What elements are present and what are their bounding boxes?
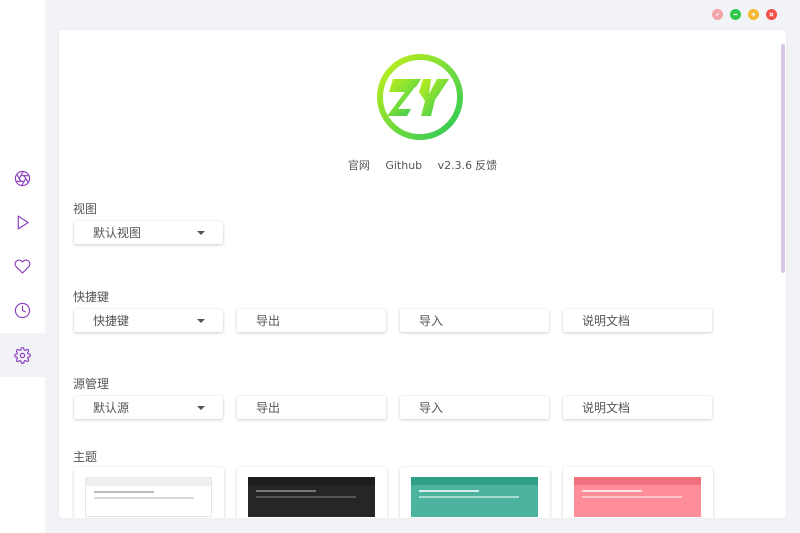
sidebar-item-featured[interactable] <box>0 156 45 200</box>
sources-section-title: 源管理 <box>73 377 110 391</box>
view-section-title: 视图 <box>73 202 98 216</box>
theme-preview <box>411 477 538 517</box>
shortcuts-docs-button[interactable]: 说明文档 <box>563 309 712 332</box>
caret-down-icon <box>197 319 205 323</box>
play-icon <box>17 215 29 229</box>
website-link[interactable]: 官网 <box>348 157 370 173</box>
window-controls <box>712 9 777 20</box>
feedback-link[interactable]: 反馈 <box>475 157 497 173</box>
pin-icon <box>715 12 720 17</box>
version-label: v2.3.6 <box>437 159 473 172</box>
heart-icon <box>14 259 31 274</box>
about-links: 官网 Github v2.3.6 反馈 <box>59 157 786 173</box>
gear-icon <box>14 346 31 364</box>
pin-button[interactable] <box>712 9 723 20</box>
theme-card-pink[interactable] <box>563 467 713 518</box>
sources-export-button[interactable]: 导出 <box>237 396 386 419</box>
minimize-button[interactable] <box>730 9 741 20</box>
sources-import-button[interactable]: 导入 <box>400 396 549 419</box>
sources-docs-button[interactable]: 说明文档 <box>563 396 712 419</box>
sidebar-item-favorites[interactable] <box>0 244 45 288</box>
clock-icon <box>14 302 31 318</box>
sidebar <box>0 0 45 533</box>
app-logo <box>377 54 463 140</box>
maximize-button[interactable] <box>748 9 759 20</box>
close-icon <box>769 12 774 17</box>
theme-card-light[interactable] <box>74 467 224 518</box>
caret-down-icon <box>197 406 205 410</box>
shortcuts-select[interactable]: 快捷键 <box>74 309 223 332</box>
view-select[interactable]: 默认视图 <box>74 221 223 244</box>
theme-card-dark[interactable] <box>237 467 387 518</box>
theme-preview <box>248 477 375 517</box>
sidebar-item-play[interactable] <box>0 200 45 244</box>
shortcuts-import-button[interactable]: 导入 <box>400 309 549 332</box>
github-link[interactable]: Github <box>385 159 422 172</box>
view-select-value: 默认视图 <box>93 226 142 240</box>
sources-select-value: 默认源 <box>93 401 130 415</box>
settings-panel: 官网 Github v2.3.6 反馈 视图 默认视图 快捷键 快捷键 导出 导入… <box>59 30 786 518</box>
plus-icon <box>751 12 756 17</box>
minus-icon <box>733 13 738 16</box>
aperture-icon <box>14 170 31 186</box>
theme-preview <box>85 477 212 517</box>
sidebar-item-settings[interactable] <box>0 333 45 377</box>
shortcuts-select-value: 快捷键 <box>93 314 130 328</box>
shortcuts-section-title: 快捷键 <box>73 290 110 304</box>
close-button[interactable] <box>766 9 777 20</box>
theme-section-title: 主题 <box>73 450 98 464</box>
theme-card-green[interactable] <box>400 467 550 518</box>
sidebar-item-history[interactable] <box>0 288 45 332</box>
sources-select[interactable]: 默认源 <box>74 396 223 419</box>
caret-down-icon <box>197 231 205 235</box>
shortcuts-export-button[interactable]: 导出 <box>237 309 386 332</box>
theme-preview <box>574 477 701 517</box>
